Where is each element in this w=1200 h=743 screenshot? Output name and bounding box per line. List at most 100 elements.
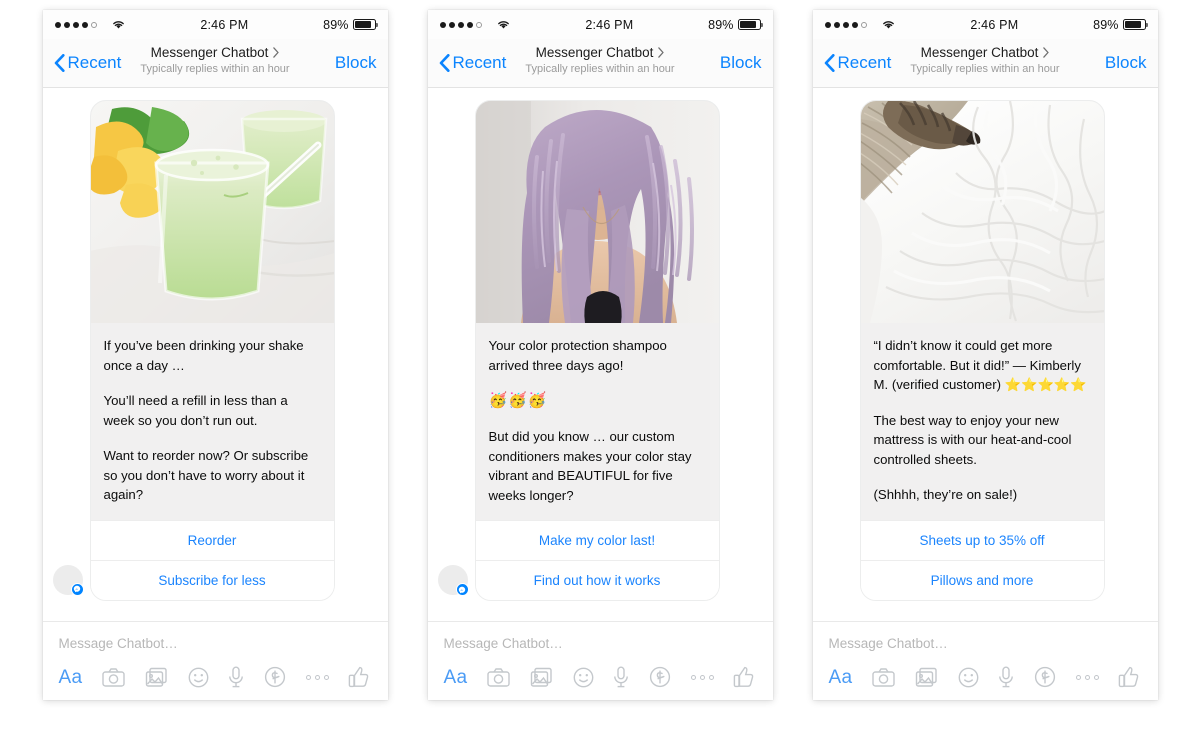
sheets-discount-button[interactable]: Sheets up to 35% off: [860, 519, 1104, 560]
message-row: Your color protection shampoo arrived th…: [437, 100, 763, 601]
payment-tool-icon[interactable]: [1034, 666, 1056, 688]
thumbs-up-tool-icon[interactable]: [733, 666, 754, 688]
back-to-recent-button[interactable]: Recent: [439, 53, 507, 73]
wifi-icon: [882, 21, 894, 29]
green-smoothie-illustration: [90, 101, 334, 323]
card-paragraph-3: (Shhhh, they’re on sale!): [873, 487, 1018, 502]
voice-tool-icon[interactable]: [228, 666, 244, 688]
find-out-how-it-works-button[interactable]: Find out how it works: [475, 560, 719, 600]
lavender-hair-illustration: [475, 101, 719, 323]
status-bar-time: 2:46 PM: [585, 17, 634, 32]
make-my-color-last-button[interactable]: Make my color last!: [475, 520, 719, 560]
composer: Message Chatbot… Aa: [427, 621, 773, 700]
sticker-tool-icon[interactable]: [958, 667, 979, 688]
signal-strength-icon: [439, 21, 482, 28]
composer-toolbar: Aa: [59, 666, 372, 688]
signal-strength-icon: [824, 21, 867, 28]
white-bedsheets-illustration: [860, 101, 1104, 323]
chevron-left-icon: [54, 54, 65, 72]
thumbs-up-tool-icon[interactable]: [1118, 666, 1139, 688]
message-thread: Your color protection shampoo arrived th…: [427, 88, 773, 621]
chat-profile-link[interactable]: Messenger Chatbot: [536, 44, 665, 61]
chevron-right-icon: [273, 47, 280, 58]
card-message-body: Your color protection shampoo arrived th…: [475, 323, 719, 520]
back-label: Recent: [67, 53, 122, 72]
chat-title: Messenger Chatbot: [920, 45, 1039, 60]
status-bar: 2:46 PM 89%: [427, 10, 773, 39]
sticker-tool-icon[interactable]: [188, 667, 209, 688]
card-paragraph-1: “I didn’t know it could get more comfort…: [873, 338, 1087, 392]
more-tool-icon[interactable]: [1075, 674, 1099, 680]
thumbs-up-tool-icon[interactable]: [348, 666, 369, 688]
generic-template-card: Your color protection shampoo arrived th…: [474, 100, 720, 601]
payment-tool-icon[interactable]: [649, 666, 671, 688]
message-input[interactable]: Message Chatbot…: [444, 636, 757, 666]
lavender-hair-photo: [475, 101, 719, 323]
message-row: If you’ve been drinking your shake once …: [52, 100, 378, 601]
composer-toolbar: Aa: [829, 666, 1142, 688]
subscribe-for-less-button[interactable]: Subscribe for less: [90, 559, 334, 600]
avatar-placeholder: [823, 565, 853, 595]
message-thread: “I didn’t know it could get more comfort…: [812, 88, 1158, 621]
phone-mockup-shampoo: 2:46 PM 89% Recent Messenger Chatbot Typ…: [427, 10, 773, 700]
chevron-right-icon: [658, 47, 665, 58]
battery-icon: [352, 19, 378, 30]
battery-percent: 89%: [323, 17, 349, 32]
card-message-body: If you’ve been drinking your shake once …: [90, 323, 334, 520]
back-to-recent-button[interactable]: Recent: [54, 53, 122, 73]
card-emoji-line: 🥳🥳🥳: [488, 392, 548, 409]
message-input[interactable]: Message Chatbot…: [829, 636, 1142, 666]
card-message-body: “I didn’t know it could get more comfort…: [860, 323, 1104, 520]
more-tool-icon[interactable]: [690, 674, 714, 680]
card-paragraph-1: If you’ve been drinking your shake once …: [103, 338, 304, 373]
camera-tool-icon[interactable]: [102, 667, 125, 687]
chat-title: Messenger Chatbot: [150, 45, 269, 60]
block-button[interactable]: Block: [720, 53, 762, 73]
battery-icon: [1122, 19, 1148, 30]
sticker-tool-icon[interactable]: [573, 667, 594, 688]
payment-tool-icon[interactable]: [264, 666, 286, 688]
text-format-tool-icon[interactable]: Aa: [444, 668, 468, 687]
messenger-badge-icon: [455, 583, 469, 596]
composer: Message Chatbot… Aa: [42, 621, 388, 700]
green-smoothie-photo: [90, 101, 334, 323]
messenger-bolt-glyph: [73, 585, 81, 593]
block-button[interactable]: Block: [1105, 53, 1147, 73]
nav-bar: Recent Messenger Chatbot Typically repli…: [812, 39, 1158, 88]
status-bar-time: 2:46 PM: [970, 17, 1019, 32]
status-bar-time: 2:46 PM: [200, 17, 249, 32]
voice-tool-icon[interactable]: [998, 666, 1014, 688]
back-label: Recent: [452, 53, 507, 72]
text-format-tool-icon[interactable]: Aa: [59, 668, 83, 687]
reorder-button[interactable]: Reorder: [90, 519, 334, 560]
back-to-recent-button[interactable]: Recent: [824, 53, 891, 73]
photo-gallery-tool-icon[interactable]: [530, 667, 553, 688]
photo-gallery-tool-icon[interactable]: [145, 667, 168, 688]
camera-tool-icon[interactable]: [487, 667, 510, 687]
messenger-badge-icon: [70, 582, 84, 596]
avatar: [52, 564, 84, 596]
status-bar-left: [439, 19, 511, 30]
composer: Message Chatbot… Aa: [812, 621, 1158, 700]
phone-mockup-sheets: 2:46 PM 89% Recent Messenger Chatbot Typ…: [812, 10, 1158, 700]
photo-gallery-tool-icon[interactable]: [915, 667, 938, 688]
camera-tool-icon[interactable]: [872, 667, 895, 687]
signal-strength-icon: [54, 21, 97, 28]
more-tool-icon[interactable]: [305, 674, 329, 680]
message-input[interactable]: Message Chatbot…: [59, 636, 372, 666]
pillows-and-more-button[interactable]: Pillows and more: [860, 559, 1104, 600]
card-paragraph-3: But did you know … our custom conditione…: [488, 429, 692, 503]
wifi-icon: [112, 21, 124, 29]
chat-profile-link[interactable]: Messenger Chatbot: [921, 44, 1050, 61]
chevron-left-icon: [824, 54, 835, 72]
status-bar-right: 89%: [708, 17, 763, 32]
battery-percent: 89%: [708, 17, 734, 32]
block-button[interactable]: Block: [335, 53, 377, 73]
status-bar-right: 89%: [1093, 18, 1148, 32]
chat-profile-link[interactable]: Messenger Chatbot: [151, 44, 280, 61]
card-paragraph-1: Your color protection shampoo arrived th…: [488, 338, 667, 373]
voice-tool-icon[interactable]: [613, 666, 629, 688]
message-row: “I didn’t know it could get more comfort…: [823, 100, 1148, 601]
text-format-tool-icon[interactable]: Aa: [829, 668, 853, 687]
battery-icon: [737, 19, 763, 30]
